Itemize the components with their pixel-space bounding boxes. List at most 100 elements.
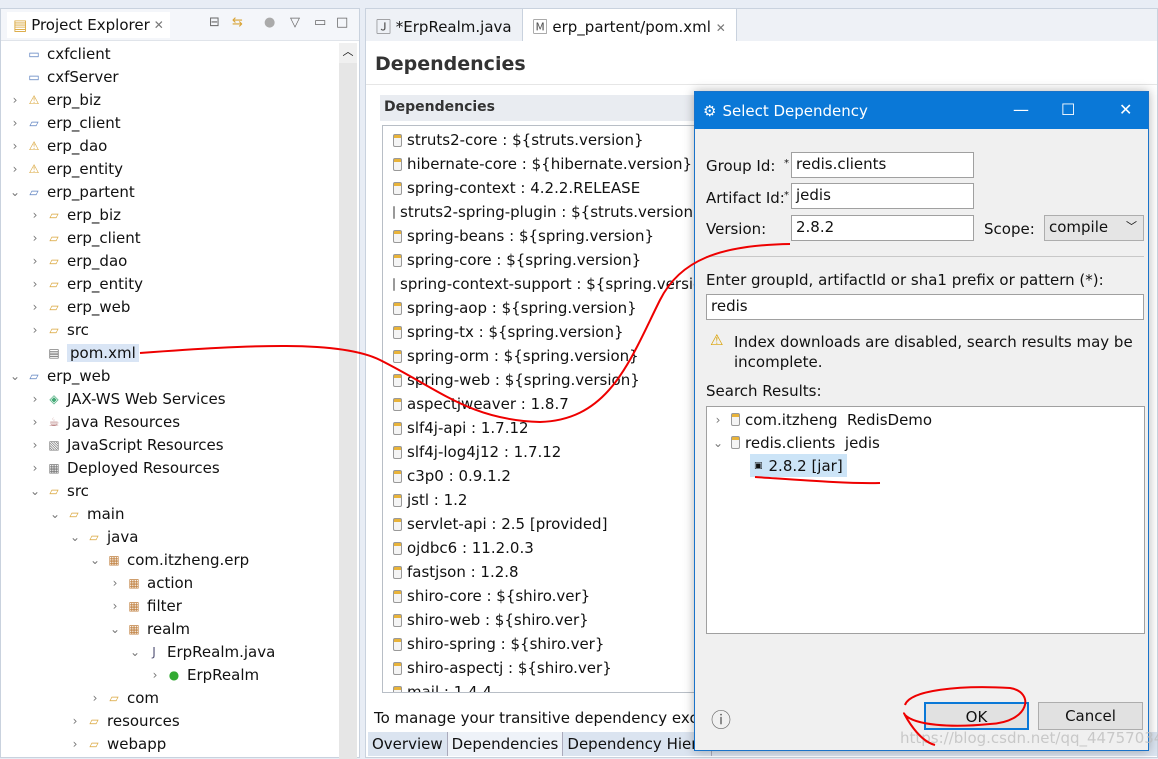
tree-item[interactable]: › ▱ erp_biz [1, 203, 337, 226]
expand-icon[interactable]: › [68, 714, 82, 728]
tree-item[interactable]: › ▱ resources [1, 709, 337, 732]
dependency-item[interactable]: spring-beans : ${spring.version} [383, 224, 701, 248]
link-editor-icon[interactable]: ⇆ [232, 15, 243, 30]
expand-icon[interactable]: ⌄ [68, 530, 82, 544]
cancel-button[interactable]: Cancel [1038, 702, 1143, 730]
dependency-item[interactable]: shiro-spring : ${shiro.ver} [383, 632, 701, 656]
search-results-tree[interactable]: › com.itzheng RedisDemo ⌄ redis.clients je… [706, 406, 1145, 634]
filter-icon[interactable]: ● [264, 15, 275, 30]
expand-icon[interactable]: › [8, 162, 22, 176]
tree-item[interactable]: › ▱ com [1, 686, 337, 709]
expand-icon[interactable]: › [711, 413, 725, 427]
tree-item[interactable]: ⌄ ▱ erp_partent [1, 180, 337, 203]
artifact-id-input[interactable]: jedis [791, 183, 974, 209]
minimize-icon[interactable]: — [1013, 100, 1029, 119]
dependency-item[interactable]: jstl : 1.2 [383, 488, 701, 512]
expand-icon[interactable]: › [28, 300, 42, 314]
tab-erprealm-java[interactable]: 🄹 *ErpRealm.java [366, 9, 523, 41]
close-icon[interactable]: ✕ [716, 21, 726, 35]
expand-icon[interactable]: ⌄ [28, 484, 42, 498]
dependency-item[interactable]: aspectjweaver : 1.8.7 [383, 392, 701, 416]
search-input[interactable]: redis [706, 294, 1144, 320]
result-version-selected[interactable]: ▣ 2.8.2 [jar] [750, 454, 847, 477]
dependency-item[interactable]: spring-context : 4.2.2.RELEASE [383, 176, 701, 200]
tab-dependencies[interactable]: Dependencies [447, 732, 564, 756]
dependency-item[interactable]: slf4j-api : 1.7.12 [383, 416, 701, 440]
dependency-item[interactable]: shiro-web : ${shiro.ver} [383, 608, 701, 632]
expand-icon[interactable]: › [28, 323, 42, 337]
expand-icon[interactable]: ⌄ [108, 622, 122, 636]
dependency-item[interactable]: struts2-spring-plugin : ${struts.version… [383, 200, 701, 224]
project-explorer-tab[interactable]: ▤ Project Explorer ✕ [7, 11, 170, 38]
tree-item[interactable]: › ▧ JavaScript Resources [1, 433, 337, 456]
tree-item[interactable]: › ◈ JAX-WS Web Services [1, 387, 337, 410]
tab-overview[interactable]: Overview [368, 732, 448, 756]
expand-icon[interactable]: › [108, 599, 122, 613]
dependency-item[interactable]: spring-context-support : ${spring.versio… [383, 272, 701, 296]
close-icon[interactable]: ✕ [154, 18, 164, 32]
result-item[interactable]: ⌄ redis.clients jedis [711, 431, 880, 454]
tab-dependency-hierarchy[interactable]: Dependency Hiera [563, 732, 712, 756]
scope-select[interactable]: compile ﹀ [1044, 215, 1144, 241]
expand-icon[interactable]: ⌄ [711, 436, 725, 450]
expand-icon[interactable]: › [8, 93, 22, 107]
tree-item[interactable]: › ▦ filter [1, 594, 337, 617]
tree-item[interactable]: ▤ pom.xml [1, 341, 337, 364]
tree-item[interactable]: ⌄ ▱ java [1, 525, 337, 548]
collapse-all-icon[interactable]: ⊟ [209, 15, 220, 30]
tree-item[interactable]: › ▱ src [1, 318, 337, 341]
dependency-item[interactable]: fastjson : 1.2.8 [383, 560, 701, 584]
minimize-icon[interactable]: ▭ [314, 15, 326, 30]
tree-item[interactable]: › ▱ erp_client [1, 226, 337, 249]
tree-item[interactable]: › ▱ erp_dao [1, 249, 337, 272]
tree-item[interactable]: ⌄ ▱ src [1, 479, 337, 502]
dependency-item[interactable]: mail : 1.4.4 [383, 680, 701, 692]
tree-item[interactable]: ⌄ ▦ com.itzheng.erp [1, 548, 337, 571]
expand-icon[interactable]: › [28, 461, 42, 475]
dependency-list[interactable]: struts2-core : ${struts.version} hibernat… [382, 125, 702, 693]
tree-item[interactable]: › ▱ webapp [1, 732, 337, 755]
dependency-item[interactable]: spring-web : ${spring.version} [383, 368, 701, 392]
expand-icon[interactable]: › [88, 691, 102, 705]
tree-item[interactable]: ⌄ ▱ main [1, 502, 337, 525]
maximize-icon[interactable]: □ [336, 15, 348, 30]
scroll-up-icon[interactable]: ︿ [339, 43, 357, 63]
dependency-item[interactable]: spring-core : ${spring.version} [383, 248, 701, 272]
result-item[interactable]: › com.itzheng RedisDemo [711, 408, 933, 431]
help-icon[interactable]: ⓘ [711, 704, 731, 733]
dependency-item[interactable]: slf4j-log4j12 : 1.7.12 [383, 440, 701, 464]
dependency-item[interactable]: spring-aop : ${spring.version} [383, 296, 701, 320]
expand-icon[interactable]: ⌄ [8, 185, 22, 199]
tree-item[interactable]: › ☕ Java Resources [1, 410, 337, 433]
tree-item[interactable]: ▭ cxfServer [1, 65, 337, 88]
expand-icon[interactable]: › [28, 415, 42, 429]
ok-button[interactable]: OK [924, 702, 1029, 730]
tree-item[interactable]: ⌄ ▱ erp_web [1, 364, 337, 387]
view-menu-icon[interactable]: ▽ [290, 15, 300, 30]
group-id-input[interactable]: redis.clients [791, 152, 974, 178]
close-icon[interactable]: ✕ [1119, 100, 1132, 119]
expand-icon[interactable]: › [108, 576, 122, 590]
tree-item[interactable]: › ▱ erp_web [1, 295, 337, 318]
tree-item[interactable]: › ⚠ erp_entity [1, 157, 337, 180]
tree-item[interactable]: › ▦ action [1, 571, 337, 594]
dependency-item[interactable]: struts2-core : ${struts.version} [383, 128, 701, 152]
expand-icon[interactable]: ⌄ [48, 507, 62, 521]
expand-icon[interactable]: › [68, 737, 82, 751]
expand-icon[interactable]: › [8, 139, 22, 153]
tree-item[interactable]: ⌄ J ErpRealm.java [1, 640, 337, 663]
dependency-item[interactable]: servlet-api : 2.5 [provided] [383, 512, 701, 536]
expand-icon[interactable]: › [28, 277, 42, 291]
dependency-item[interactable]: spring-orm : ${spring.version} [383, 344, 701, 368]
dependency-item[interactable]: hibernate-core : ${hibernate.version} [383, 152, 701, 176]
expand-icon[interactable]: › [28, 254, 42, 268]
dependency-item[interactable]: shiro-core : ${shiro.ver} [383, 584, 701, 608]
tab-pom-xml[interactable]: 🄼 erp_partent/pom.xml ✕ [522, 9, 737, 41]
tree-item[interactable]: ▭ cxfclient [1, 42, 337, 65]
expand-icon[interactable]: › [28, 231, 42, 245]
tree-item[interactable]: › ▱ erp_entity [1, 272, 337, 295]
maximize-icon[interactable]: ☐ [1061, 100, 1075, 119]
tree-item[interactable]: › ● ErpRealm [1, 663, 337, 686]
tree-item[interactable]: › ⚠ erp_biz [1, 88, 337, 111]
dependency-item[interactable]: spring-tx : ${spring.version} [383, 320, 701, 344]
